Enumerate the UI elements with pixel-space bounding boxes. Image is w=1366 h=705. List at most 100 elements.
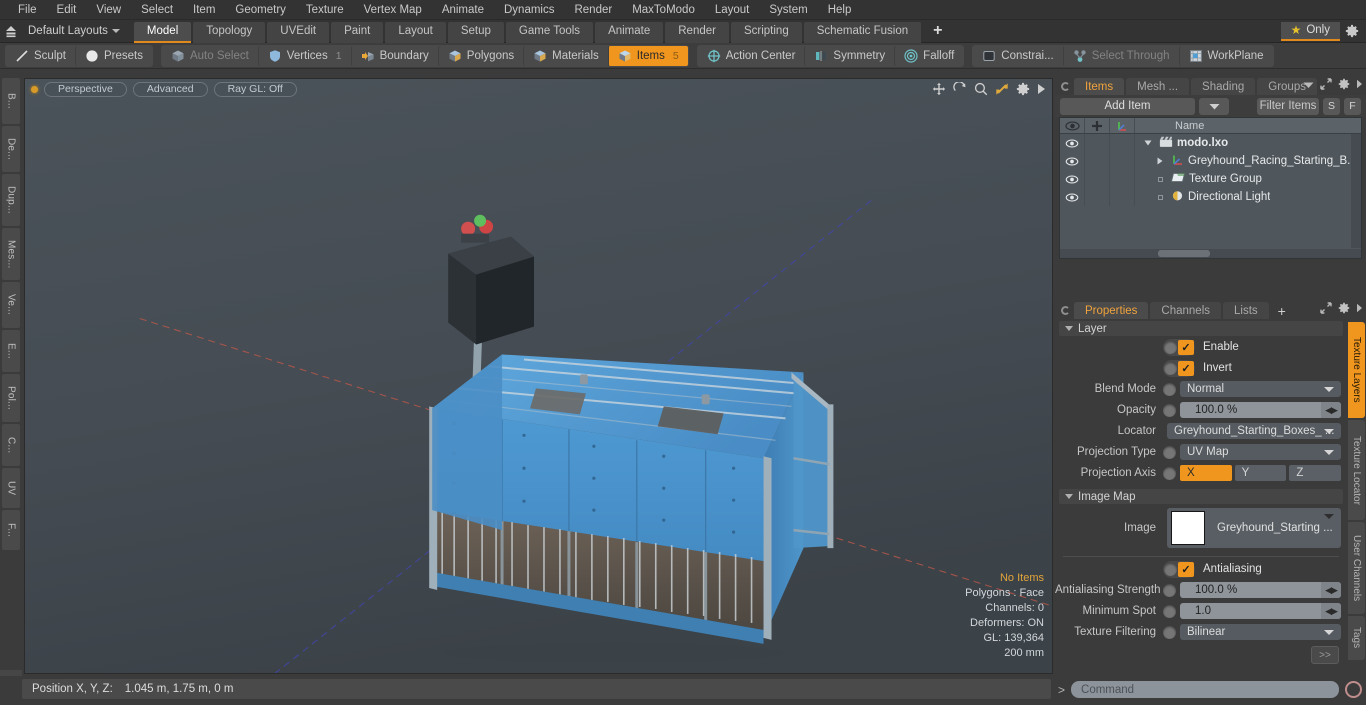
opacity-input[interactable]: 100.0 % ◀▶ [1180,402,1341,418]
menu-item-maxtomodo[interactable]: MaxToModo [622,2,705,18]
antialiasing-radio-icon[interactable] [1164,562,1177,576]
sculpt-button[interactable]: Sculpt [6,46,75,66]
gear-icon[interactable] [1016,82,1030,99]
min-spot-stepper[interactable]: ◀▶ [1321,603,1341,619]
zoom-icon[interactable] [974,82,988,99]
constraints-button[interactable]: Constrai... [973,46,1062,66]
left-tab-uv[interactable]: UV [2,468,20,508]
tab-game-tools[interactable]: Game Tools [505,21,594,43]
action-center-button[interactable]: Action Center [698,46,805,66]
rotate-icon[interactable] [953,81,967,99]
viewport-shading-selector[interactable]: Advanced [132,81,208,97]
add-item-button[interactable]: Add Item [1060,97,1195,115]
move-icon[interactable] [932,82,946,99]
fit-icon[interactable] [995,82,1009,99]
add-properties-tab-button[interactable]: + [1271,302,1293,319]
falloff-button[interactable]: Falloff [894,45,963,66]
presets-button[interactable]: Presets [74,45,152,66]
menu-item-render[interactable]: Render [564,2,622,18]
tab-lists[interactable]: Lists [1223,302,1269,319]
antialiasing-checkbox-group[interactable]: ✓ [1163,560,1195,578]
materials-button[interactable]: Materials [523,45,608,66]
menu-item-vertex-map[interactable]: Vertex Map [354,2,432,18]
add-item-dropdown-button[interactable] [1199,97,1229,115]
menu-item-view[interactable]: View [86,2,131,18]
item-tree[interactable]: Name modo.lxo Greyhound_Racing_Starting_… [1059,117,1362,259]
scrollbar-thumb[interactable] [1158,250,1210,257]
left-tab-deform[interactable]: De... [2,126,20,172]
viewport-projection-selector[interactable]: Perspective [44,81,127,97]
axis-y-button[interactable]: Y [1234,465,1287,481]
row-transform-cell[interactable] [1110,188,1135,206]
tab-paint[interactable]: Paint [331,21,384,43]
projection-axis-radio-icon[interactable] [1163,466,1176,480]
row-visibility-toggle[interactable] [1060,188,1085,206]
aa-strength-radio-icon[interactable] [1163,583,1176,597]
row-lock-cell[interactable] [1085,188,1110,206]
settings-gear-icon[interactable] [1340,21,1364,41]
filter-s-button[interactable]: S [1323,97,1340,115]
gear-icon[interactable] [1338,302,1350,317]
play-icon[interactable] [1356,303,1363,316]
viewport-raygl-selector[interactable]: Ray GL: Off [213,81,297,97]
item-tree-vertical-scrollbar[interactable] [1351,134,1361,248]
invert-radio-icon[interactable] [1164,361,1177,375]
boundary-button[interactable]: Boundary [350,45,438,66]
home-icon[interactable] [0,21,22,42]
table-row[interactable]: modo.lxo [1060,134,1361,152]
menu-item-system[interactable]: System [759,2,817,18]
items-button[interactable]: Items 5 [607,45,688,66]
projection-type-select[interactable]: UV Map [1180,444,1341,460]
menu-item-dynamics[interactable]: Dynamics [494,2,564,18]
invert-checkbox[interactable]: ✓ [1178,360,1194,376]
blend-mode-select[interactable]: Normal [1180,381,1341,397]
symmetry-button[interactable]: Symmetry [804,45,894,66]
tab-animate[interactable]: Animate [595,21,664,43]
enable-checkbox[interactable]: ✓ [1178,339,1194,355]
left-tab-vertex[interactable]: Ve... [2,282,20,328]
tab-items[interactable]: Items [1074,78,1125,95]
tab-shading[interactable]: Shading [1191,78,1256,95]
enable-checkbox-group[interactable]: ✓ [1163,338,1195,356]
more-options-button[interactable]: >> [1311,646,1339,664]
menu-item-item[interactable]: Item [183,2,225,18]
panel-menu-icon[interactable] [1061,82,1070,91]
left-tab-fusion[interactable]: F... [2,510,20,550]
menu-item-edit[interactable]: Edit [47,2,87,18]
menu-item-layout[interactable]: Layout [705,2,760,18]
row-lock-cell[interactable] [1085,134,1110,152]
filter-f-button[interactable]: F [1344,97,1361,115]
workplane-button[interactable]: WorkPlane [1178,45,1273,66]
panel-menu-icon[interactable] [1061,306,1070,315]
command-input[interactable]: Command [1071,681,1339,698]
image-thumbnail[interactable] [1171,511,1205,545]
tab-layout[interactable]: Layout [385,21,446,43]
collapse-triangle-icon[interactable] [1153,157,1167,165]
menu-item-select[interactable]: Select [131,2,183,18]
tab-schematic-fusion[interactable]: Schematic Fusion [803,21,922,43]
table-row[interactable]: Greyhound_Racing_Starting_B... [1060,152,1361,170]
antialiasing-strength-input[interactable]: 100.0 % ◀▶ [1180,582,1341,598]
left-tab-edge[interactable]: E... [2,330,20,372]
table-row[interactable]: Texture Group [1060,170,1361,188]
left-tab-polygon[interactable]: Pol... [2,374,20,422]
play-icon[interactable] [1356,79,1363,92]
item-tree-horizontal-scrollbar[interactable] [1060,249,1361,258]
left-tab-basic[interactable]: B... [2,78,20,124]
add-tab-button[interactable]: + [923,22,952,43]
opacity-radio-icon[interactable] [1163,403,1176,417]
axis-z-button[interactable]: Z [1289,465,1342,481]
menu-item-animate[interactable]: Animate [432,2,494,18]
invert-checkbox-group[interactable]: ✓ [1163,359,1195,377]
row-visibility-toggle[interactable] [1060,134,1085,152]
side-tab-user-channels[interactable]: User Channels [1348,522,1365,614]
row-label-texture-group[interactable]: Texture Group [1135,172,1262,186]
blend-mode-radio-icon[interactable] [1163,382,1176,396]
layout-selector[interactable]: Default Layouts [22,25,126,37]
row-transform-cell[interactable] [1110,170,1135,188]
antialiasing-checkbox[interactable]: ✓ [1178,561,1194,577]
left-tab-curve[interactable]: C... [2,424,20,466]
image-map-section-header[interactable]: Image Map [1059,489,1343,504]
locator-select[interactable]: Greyhound_Starting_Boxes_ ... [1167,423,1341,439]
row-transform-cell[interactable] [1110,152,1135,170]
